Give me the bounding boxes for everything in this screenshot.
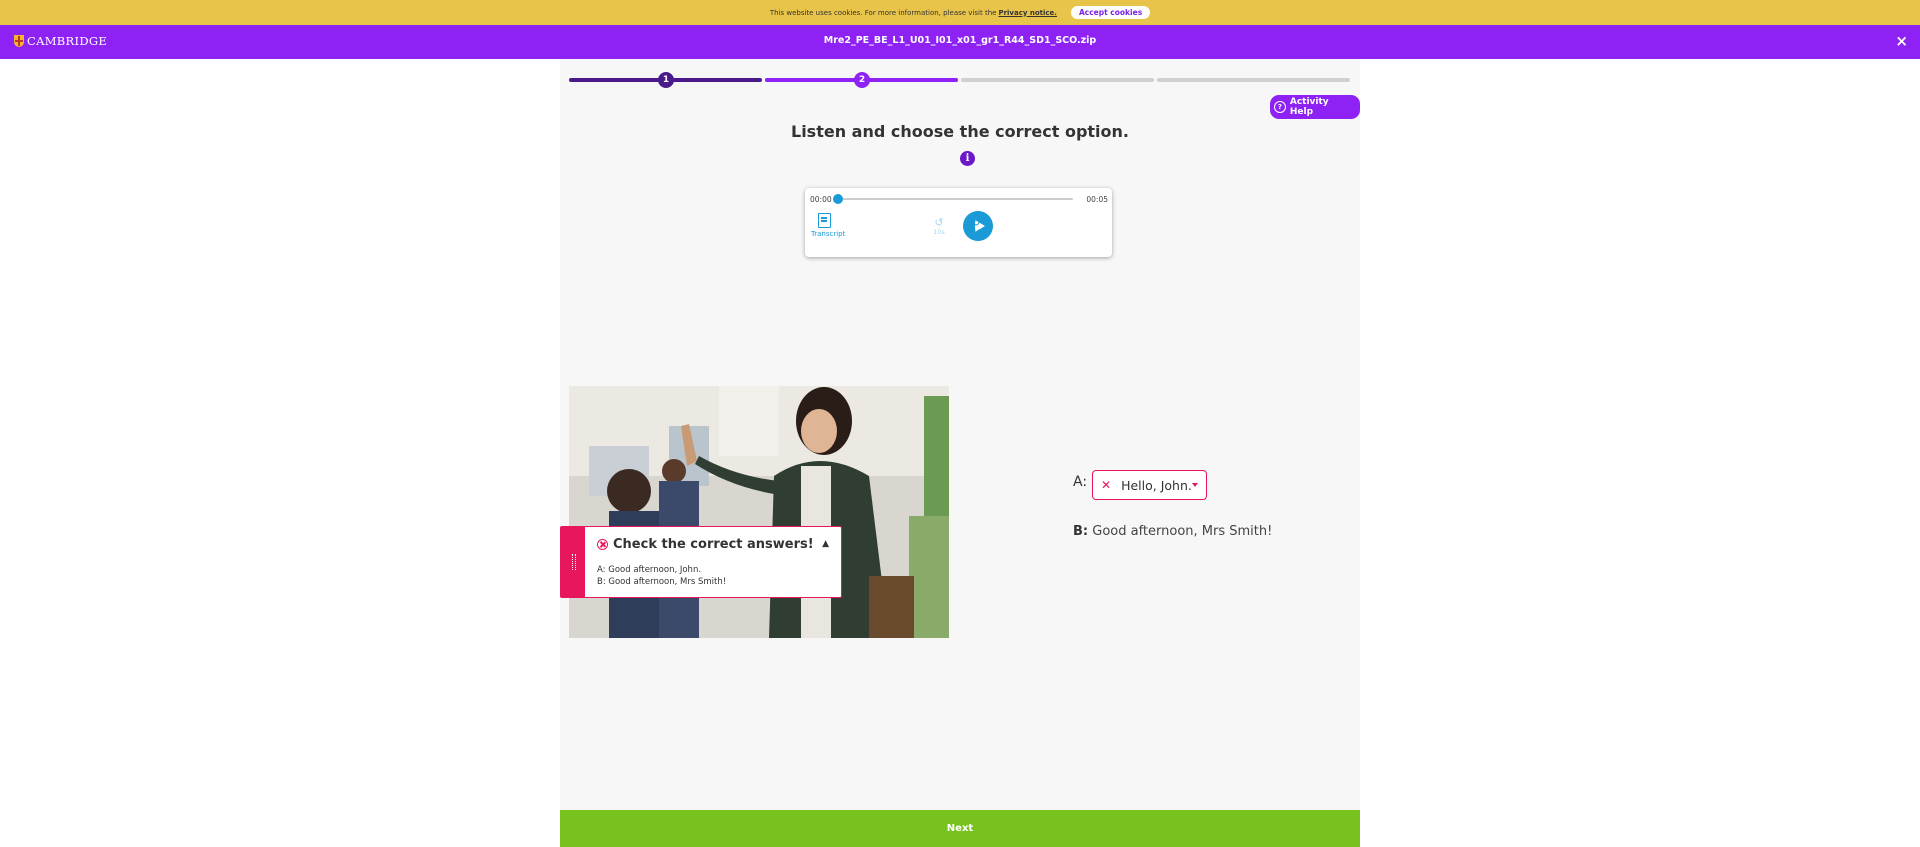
answer-a-label: A: — [1073, 474, 1088, 490]
forward-label: +10s — [967, 228, 985, 236]
forward-arrow-icon: ↻ — [971, 216, 981, 229]
audio-seek-bar[interactable] — [839, 198, 1073, 200]
info-icon[interactable]: i — [960, 151, 975, 166]
activity-help-button[interactable]: ? Activity Help — [1270, 95, 1360, 119]
drag-handle[interactable] — [561, 527, 585, 597]
incorrect-icon: ✕ — [1101, 478, 1112, 492]
instruction-title: Listen and choose the correct option. — [791, 122, 1129, 141]
feedback-popup: Check the correct answers! ▲ A: Good aft… — [560, 526, 842, 598]
answer-a-dropdown[interactable]: ✕ Hello, John. — [1092, 470, 1207, 500]
privacy-notice-link[interactable]: Privacy notice. — [998, 9, 1057, 17]
cookie-message: This website uses cookies. For more info… — [769, 8, 997, 17]
next-button[interactable]: Next — [560, 810, 1360, 847]
answer-b-label: B: — [1073, 524, 1089, 539]
classroom-photo-illustration — [569, 386, 949, 638]
rewind-10s-button[interactable]: ↺ 10s — [929, 216, 949, 236]
seek-thumb[interactable] — [833, 194, 843, 204]
caret-down-icon — [1192, 483, 1198, 487]
step-1-marker[interactable]: 1 — [658, 72, 674, 88]
close-icon[interactable]: × — [1895, 32, 1908, 50]
current-time: 00:00 — [810, 195, 832, 204]
feedback-answer-a: A: Good afternoon, John. — [597, 565, 702, 575]
teacher-student-high-five-image — [569, 386, 949, 638]
step-2-marker[interactable]: 2 — [854, 72, 870, 88]
file-title: Mre2_PE_BE_L1_U01_I01_x01_gr1_R44_SD1_SC… — [823, 35, 1097, 46]
help-icon: ? — [1274, 101, 1286, 113]
activity-panel: 1 2 ? Activity Help Listen and choose th… — [560, 59, 1360, 847]
answer-a-selected: Hello, John. — [1121, 477, 1192, 493]
audio-player: 00:00 00:05 Transcript ↺ 10s ↻ +10s — [805, 188, 1112, 257]
transcript-button[interactable]: Transcript — [811, 213, 845, 238]
progress-segment-3 — [961, 78, 1154, 82]
chevron-up-icon[interactable]: ▲ — [822, 539, 829, 549]
cookie-banner: This website uses cookies. For more info… — [0, 0, 1920, 25]
rewind-label: 10s — [933, 228, 945, 236]
answer-b-text: Good afternoon, Mrs Smith! — [1092, 524, 1273, 539]
forward-10s-control[interactable]: ↻ +10s — [966, 216, 986, 236]
rewind-icon: ↺ — [934, 216, 944, 229]
transcript-icon — [817, 213, 831, 228]
progress-segment-4 — [1157, 78, 1350, 82]
activity-help-label: Activity Help — [1289, 97, 1329, 117]
duration: 00:05 — [1086, 195, 1108, 204]
accept-cookies-button[interactable]: Accept cookies — [1070, 6, 1151, 19]
feedback-title-text: Check the correct answers! — [613, 537, 814, 552]
transcript-label: Transcript — [811, 230, 846, 238]
feedback-title: Check the correct answers! — [597, 537, 814, 552]
feedback-answer-b: B: Good afternoon, Mrs Smith! — [597, 577, 727, 587]
answer-b-line: B: Good afternoon, Mrs Smith! — [1073, 524, 1272, 539]
top-header: CAMBRIDGE Mre2_PE_BE_L1_U01_I01_x01_gr1_… — [0, 25, 1920, 59]
error-circle-icon — [597, 539, 608, 550]
